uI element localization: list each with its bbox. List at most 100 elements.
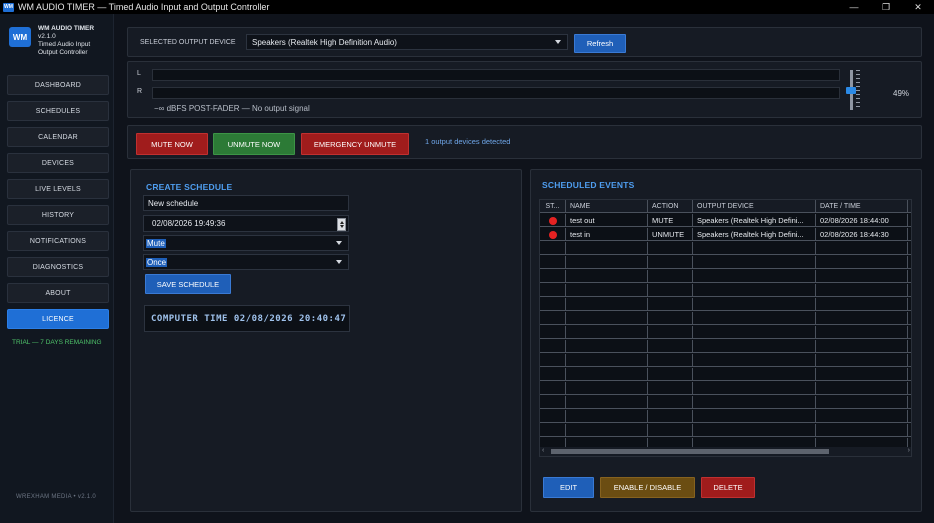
minimize-icon[interactable]: —	[838, 0, 870, 14]
empty-table-row	[540, 326, 911, 339]
empty-cell	[566, 326, 648, 339]
emergency-unmute-button[interactable]: EMERGENCY UNMUTE	[301, 133, 409, 155]
window-controls: — ❐ ✕	[838, 0, 934, 14]
column-header-datetime[interactable]: DATE / TIME	[816, 200, 908, 213]
sidebar-item-schedules[interactable]: SCHEDULES	[7, 101, 109, 121]
app-icon: WM	[3, 2, 14, 12]
close-icon[interactable]: ✕	[902, 0, 934, 14]
refresh-button[interactable]: Refresh	[574, 34, 626, 53]
left-channel-label: L	[137, 70, 141, 77]
brand-block: WM AUDIO TIMER v2.1.0 Timed Audio Input …	[38, 25, 112, 57]
sidebar-item-diagnostics[interactable]: DIAGNOSTICS	[7, 257, 109, 277]
restore-icon[interactable]: ❐	[870, 0, 902, 14]
empty-cell	[566, 424, 648, 437]
empty-cell	[816, 312, 908, 325]
empty-cell	[566, 242, 648, 255]
empty-cell	[908, 354, 911, 367]
scroll-right-icon[interactable]: ›	[908, 447, 910, 454]
empty-cell	[566, 382, 648, 395]
empty-cell	[816, 242, 908, 255]
schedule-name-input[interactable]: New schedule	[143, 195, 349, 211]
sidebar-item-live-levels[interactable]: LIVE LEVELS	[7, 179, 109, 199]
chevron-down-icon	[555, 40, 561, 44]
empty-cell	[566, 354, 648, 367]
output-device-select[interactable]: Speakers (Realtek High Definition Audio)	[246, 34, 568, 50]
action-cell: UNMUTE	[648, 228, 693, 241]
empty-cell	[648, 410, 693, 423]
brand-tagline-2: Output Controller	[38, 49, 88, 56]
column-header-status[interactable]: ST...	[540, 200, 566, 213]
empty-cell	[693, 382, 816, 395]
empty-cell	[816, 340, 908, 353]
actions-panel: MUTE NOW UNMUTE NOW EMERGENCY UNMUTE 1 o…	[127, 125, 922, 159]
empty-cell	[648, 298, 693, 311]
table-row[interactable]: test out MUTE Speakers (Realtek High Def…	[540, 214, 911, 227]
column-header-action[interactable]: ACTION	[648, 200, 693, 213]
empty-cell	[908, 340, 911, 353]
empty-cell	[540, 270, 566, 283]
unmute-now-button[interactable]: UNMUTE NOW	[213, 133, 295, 155]
mute-now-button[interactable]: MUTE NOW	[136, 133, 208, 155]
edit-button[interactable]: EDIT	[543, 477, 594, 498]
chevron-down-icon	[336, 241, 342, 245]
schedule-datetime-input[interactable]: 02/08/2026 19:49:36	[143, 215, 349, 232]
events-table: ST... NAME ACTION OUTPUT DEVICE DATE / T…	[539, 199, 912, 457]
table-row[interactable]: test in UNMUTE Speakers (Realtek High De…	[540, 228, 911, 241]
sidebar-item-about[interactable]: ABOUT	[7, 283, 109, 303]
sidebar-item-licence[interactable]: LICENCE	[7, 309, 109, 329]
table-header: ST... NAME ACTION OUTPUT DEVICE DATE / T…	[540, 200, 911, 213]
empty-cell	[693, 284, 816, 297]
empty-cell	[540, 256, 566, 269]
sidebar-item-notifications[interactable]: NOTIFICATIONS	[7, 231, 109, 251]
empty-cell	[540, 396, 566, 409]
scrollbar-thumb[interactable]	[551, 449, 829, 454]
empty-table-row	[540, 298, 911, 311]
extra-cell: (	[908, 214, 911, 227]
delete-button[interactable]: DELETE	[701, 477, 755, 498]
empty-cell	[566, 256, 648, 269]
name-cell: test in	[566, 228, 648, 241]
schedule-action-select[interactable]: Mute	[143, 235, 349, 251]
device-cell: Speakers (Realtek High Defini...	[693, 214, 816, 227]
brand-tagline-1: Timed Audio Input	[38, 41, 91, 48]
column-header-extra[interactable]: I	[908, 200, 911, 213]
sidebar-item-dashboard[interactable]: DASHBOARD	[7, 75, 109, 95]
empty-cell	[648, 326, 693, 339]
volume-slider-thumb[interactable]	[846, 86, 856, 94]
empty-cell	[908, 284, 911, 297]
status-dot-icon	[548, 230, 557, 239]
right-channel-label: R	[137, 88, 143, 95]
empty-cell	[648, 424, 693, 437]
enable-disable-button[interactable]: ENABLE / DISABLE	[600, 477, 695, 498]
scroll-left-icon[interactable]: ‹	[542, 447, 544, 454]
empty-cell	[908, 298, 911, 311]
empty-cell	[540, 368, 566, 381]
empty-table-row	[540, 396, 911, 409]
empty-cell	[566, 340, 648, 353]
status-dot-icon	[548, 216, 557, 225]
empty-cell	[693, 396, 816, 409]
empty-cell	[693, 270, 816, 283]
empty-cell	[816, 410, 908, 423]
save-schedule-button[interactable]: SAVE SCHEDULE	[145, 274, 231, 294]
empty-cell	[908, 396, 911, 409]
brand-name: WM AUDIO TIMER	[38, 25, 95, 32]
empty-cell	[816, 396, 908, 409]
empty-cell	[816, 326, 908, 339]
table-horizontal-scrollbar[interactable]: ‹ ›	[540, 447, 911, 456]
column-header-output-device[interactable]: OUTPUT DEVICE	[693, 200, 816, 213]
column-header-name[interactable]: NAME	[566, 200, 648, 213]
schedule-repeat-select[interactable]: Once	[143, 254, 349, 270]
empty-cell	[693, 256, 816, 269]
empty-cell	[540, 298, 566, 311]
action-cell: MUTE	[648, 214, 693, 227]
sidebar-item-calendar[interactable]: CALENDAR	[7, 127, 109, 147]
datetime-spinner[interactable]	[337, 218, 346, 231]
empty-cell	[566, 368, 648, 381]
sidebar-item-history[interactable]: HISTORY	[7, 205, 109, 225]
sidebar-item-devices[interactable]: DEVICES	[7, 153, 109, 173]
empty-cell	[540, 382, 566, 395]
empty-table-row	[540, 256, 911, 269]
empty-cell	[540, 284, 566, 297]
schedule-repeat-value: Once	[146, 257, 168, 267]
